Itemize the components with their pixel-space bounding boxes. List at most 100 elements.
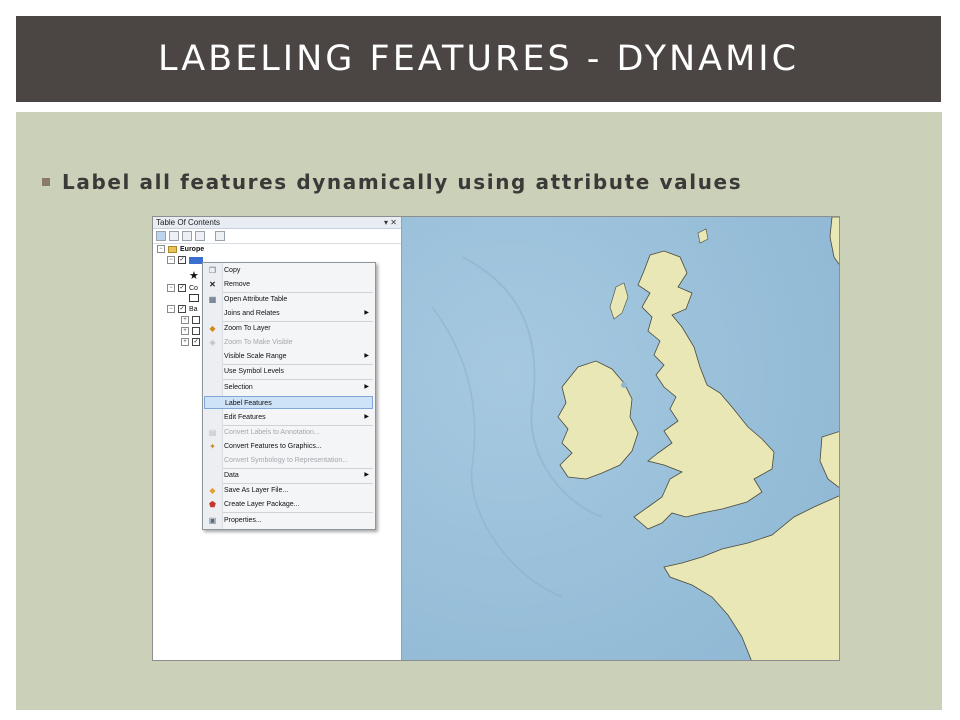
menu-item-label: Save As Layer File... [224, 487, 289, 494]
layer-visibility-checkbox[interactable]: ✓ [178, 256, 186, 264]
menu-item-zoom-to-layer[interactable]: ◆ Zoom To Layer [204, 322, 373, 335]
list-by-selection-icon[interactable] [195, 231, 205, 241]
menu-item-joins-and-relates[interactable]: Joins and Relates ▶ [204, 307, 373, 320]
menu-separator [223, 379, 373, 380]
menu-item-label: Remove [224, 281, 251, 288]
submenu-arrow-icon: ▶ [364, 384, 369, 390]
tree-row-ba[interactable]: − ✓ Ba [167, 304, 198, 314]
submenu-arrow-icon: ▶ [364, 310, 369, 316]
menu-item-convert-features-to-graphics[interactable]: ✦ Convert Features to Graphics... [204, 440, 373, 453]
slide-content: Label all features dynamically using att… [16, 112, 942, 710]
lough-neagh [621, 382, 627, 388]
menu-item-label: Zoom To Layer [224, 325, 271, 332]
bullet-item: Label all features dynamically using att… [42, 170, 742, 194]
menu-item-label: Zoom To Make Visible [224, 339, 293, 346]
tree-row-europe[interactable]: − Europe [157, 244, 204, 254]
remove-icon: ✕ [209, 280, 216, 289]
submenu-arrow-icon: ▶ [364, 472, 369, 478]
menu-item-label: Use Symbol Levels [224, 368, 284, 375]
menu-item-label: Joins and Relates [224, 310, 280, 317]
list-by-visibility-icon[interactable] [182, 231, 192, 241]
layer-visibility-checkbox[interactable] [192, 316, 200, 324]
menu-item-zoom-to-make-visible[interactable]: ◈ Zoom To Make Visible [204, 336, 373, 349]
zoom-visible-icon: ◈ [209, 338, 216, 347]
submenu-arrow-icon: ▶ [364, 353, 369, 359]
menu-item-label: Convert Symbology to Representation... [224, 457, 349, 464]
layer-visibility-checkbox[interactable]: ✓ [178, 284, 186, 292]
bullet-text: Label all features dynamically using att… [62, 170, 743, 194]
menu-item-convert-symbology[interactable]: Convert Symbology to Representation... [204, 454, 373, 467]
menu-item-label: Data [224, 472, 239, 479]
menu-item-edit-features[interactable]: Edit Features ▶ [204, 411, 373, 424]
menu-item-label: Label Features [225, 400, 272, 407]
tree-row-sublayer-2[interactable]: + [181, 326, 203, 336]
menu-separator [223, 512, 373, 513]
layer-package-icon: ⬟ [209, 500, 216, 509]
properties-icon: ▣ [208, 516, 217, 525]
selected-layer-name[interactable] [189, 256, 203, 264]
toc-window-controls[interactable]: ▾ ✕ [384, 217, 397, 228]
list-by-source-icon[interactable] [169, 231, 179, 241]
point-symbol-icon: ★ [189, 269, 199, 282]
expand-icon[interactable]: + [181, 316, 189, 324]
toc-title: Table Of Contents [156, 218, 221, 227]
toc-toolbar [153, 229, 401, 244]
zoom-layer-icon: ◆ [209, 324, 216, 333]
layer-visibility-checkbox[interactable]: ✓ [178, 305, 186, 313]
tree-row-sublayer-1[interactable]: + [181, 315, 203, 325]
tree-row-sublayer-3[interactable]: + ✓ [181, 337, 203, 347]
menu-item-copy[interactable]: ❐ Copy [204, 264, 373, 277]
copy-icon: ❐ [208, 266, 217, 275]
menu-item-label: Open Attribute Table [224, 296, 288, 303]
layer-label: Ba [189, 305, 198, 313]
map-view[interactable] [402, 217, 840, 661]
layer-group-icon [168, 245, 177, 253]
menu-item-label-features[interactable]: Label Features [204, 396, 373, 409]
convert-labels-icon: ▤ [208, 428, 217, 437]
table-of-contents-panel: Table Of Contents ▾ ✕ − Europe − ✓ ★ − ✓… [153, 217, 402, 660]
menu-item-label: Properties... [224, 517, 262, 524]
submenu-arrow-icon: ▶ [364, 414, 369, 420]
menu-item-remove[interactable]: ✕ Remove [204, 278, 373, 291]
toc-title-bar: Table Of Contents ▾ ✕ [153, 217, 401, 229]
menu-item-create-layer-package[interactable]: ⬟ Create Layer Package... [204, 498, 373, 511]
menu-item-label: Convert Labels to Annotation... [224, 429, 320, 436]
layer-file-icon: ◆ [209, 486, 216, 495]
menu-item-save-as-layer-file[interactable]: ◆ Save As Layer File... [204, 484, 373, 497]
table-icon: ▦ [208, 295, 217, 304]
collapse-icon[interactable]: − [167, 284, 175, 292]
toc-options-icon[interactable] [215, 231, 225, 241]
menu-item-label: Create Layer Package... [224, 501, 300, 508]
slide-title-bar: LABELING FEATURES - DYNAMIC [16, 16, 941, 102]
expand-icon[interactable]: + [181, 327, 189, 335]
menu-item-label: Copy [224, 267, 241, 274]
menu-item-label: Edit Features [224, 414, 266, 421]
bullet-square-icon [42, 178, 50, 186]
group-label: Europe [180, 245, 205, 253]
menu-item-visible-scale-range[interactable]: Visible Scale Range ▶ [204, 350, 373, 363]
expand-icon[interactable]: + [181, 338, 189, 346]
menu-item-properties[interactable]: ▣ Properties... [204, 514, 373, 527]
layer-label: Co [189, 284, 198, 292]
layer-visibility-checkbox[interactable] [192, 327, 200, 335]
collapse-icon[interactable]: − [167, 305, 175, 313]
tree-row-selected-layer[interactable]: − ✓ [167, 255, 203, 265]
list-by-drawing-order-icon[interactable] [156, 231, 166, 241]
menu-item-label: Selection [224, 384, 253, 391]
menu-item-label: Visible Scale Range [224, 353, 287, 360]
arcmap-screenshot: Table Of Contents ▾ ✕ − Europe − ✓ ★ − ✓… [152, 216, 840, 661]
slide-title: LABELING FEATURES - DYNAMIC [157, 39, 800, 79]
menu-item-selection[interactable]: Selection ▶ [204, 381, 373, 394]
menu-item-use-symbol-levels[interactable]: Use Symbol Levels [204, 365, 373, 378]
collapse-icon[interactable]: − [167, 256, 175, 264]
menu-item-data[interactable]: Data ▶ [204, 469, 373, 482]
menu-item-label: Convert Features to Graphics... [224, 443, 322, 450]
convert-graphics-icon: ✦ [209, 442, 216, 451]
menu-item-convert-labels-to-annotation[interactable]: ▤ Convert Labels to Annotation... [204, 426, 373, 439]
tree-row-co[interactable]: − ✓ Co [167, 283, 198, 293]
layer-visibility-checkbox[interactable]: ✓ [192, 338, 200, 346]
collapse-icon[interactable]: − [157, 245, 165, 253]
layer-context-menu: ❐ Copy ✕ Remove ▦ Open Attribute Table J… [202, 262, 376, 530]
menu-item-open-attribute-table[interactable]: ▦ Open Attribute Table [204, 293, 373, 306]
polygon-symbol-icon [189, 293, 199, 303]
